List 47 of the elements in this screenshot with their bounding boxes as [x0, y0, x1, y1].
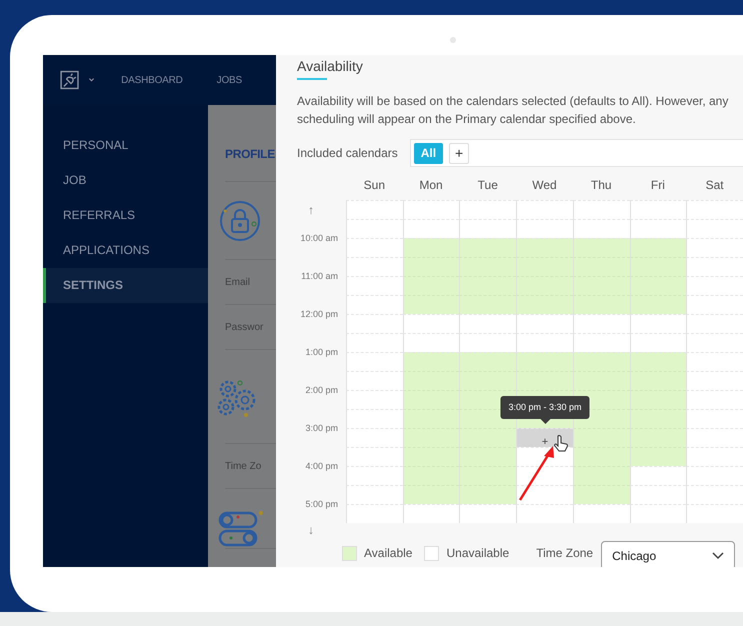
description-text: Availability will be based on the calendars selected (defaults to All). However, any scheduling will appear on the Primary calendar specified above.: [297, 93, 730, 128]
add-calendar-button[interactable]: +: [449, 142, 470, 164]
field-label: Time Zo: [225, 460, 262, 474]
add-sign: +: [542, 435, 548, 450]
time-label: 10:00 am: [299, 233, 339, 243]
select-value: Chicago: [612, 548, 656, 564]
padlock-icon: [218, 198, 262, 242]
time-label: 1:00 pm: [304, 347, 339, 357]
day-header: Mon: [418, 177, 444, 194]
chevron-down-icon: [712, 552, 724, 560]
time-label: 11:00 am: [300, 271, 339, 281]
time-slot[interactable]: [516, 485, 573, 504]
scroll-up-arrow[interactable]: ↑: [276, 202, 346, 216]
calendars-label: Included calendars: [297, 145, 398, 162]
title-underline: [297, 78, 327, 80]
day-header: Tue: [476, 177, 499, 194]
tooltip-pointer-icon: [540, 419, 550, 424]
sidebar-item[interactable]: SETTINGS: [43, 268, 208, 303]
sidebar-item[interactable]: JOB: [43, 163, 208, 198]
day-header: Sun: [362, 177, 386, 194]
time-label: 5:00 pm: [304, 499, 339, 509]
legend-label: Unavailable: [446, 545, 510, 561]
time-label: 12:00 pm: [299, 309, 339, 319]
legend-label: Available: [364, 545, 412, 561]
field-label: Email: [225, 276, 250, 290]
sidebar-item[interactable]: PERSONAL: [43, 128, 208, 163]
time-slot[interactable]: [516, 466, 573, 485]
day-header: Thu: [590, 177, 613, 194]
time-label: 3:00 pm: [304, 423, 339, 433]
time-zone-label: Time Zone: [536, 545, 594, 561]
caret-icon: [88, 76, 96, 84]
pointer-cursor-icon: [554, 435, 568, 452]
day-header: Fri: [650, 177, 666, 194]
sidebar-item[interactable]: APPLICATIONS: [43, 233, 208, 268]
sidebar-item[interactable]: REFERRALS: [43, 198, 208, 233]
scroll-down-arrow[interactable]: ↓: [276, 523, 346, 535]
time-zone-select[interactable]: Chicago: [601, 541, 736, 567]
time-label: 2:00 pm: [304, 385, 339, 395]
nav-link[interactable]: DASHBOARD: [121, 72, 183, 88]
day-header: Wed: [531, 177, 558, 194]
calendars-field[interactable]: All +: [410, 139, 743, 167]
nav-link[interactable]: JOBS: [216, 72, 242, 88]
time-label: 4:00 pm: [304, 461, 339, 471]
field-label: Passwor: [225, 320, 264, 334]
tooltip: 3:00 pm - 3:30 pm: [500, 396, 590, 419]
day-header: Sat: [704, 177, 725, 194]
section-title: Availability: [297, 57, 364, 75]
